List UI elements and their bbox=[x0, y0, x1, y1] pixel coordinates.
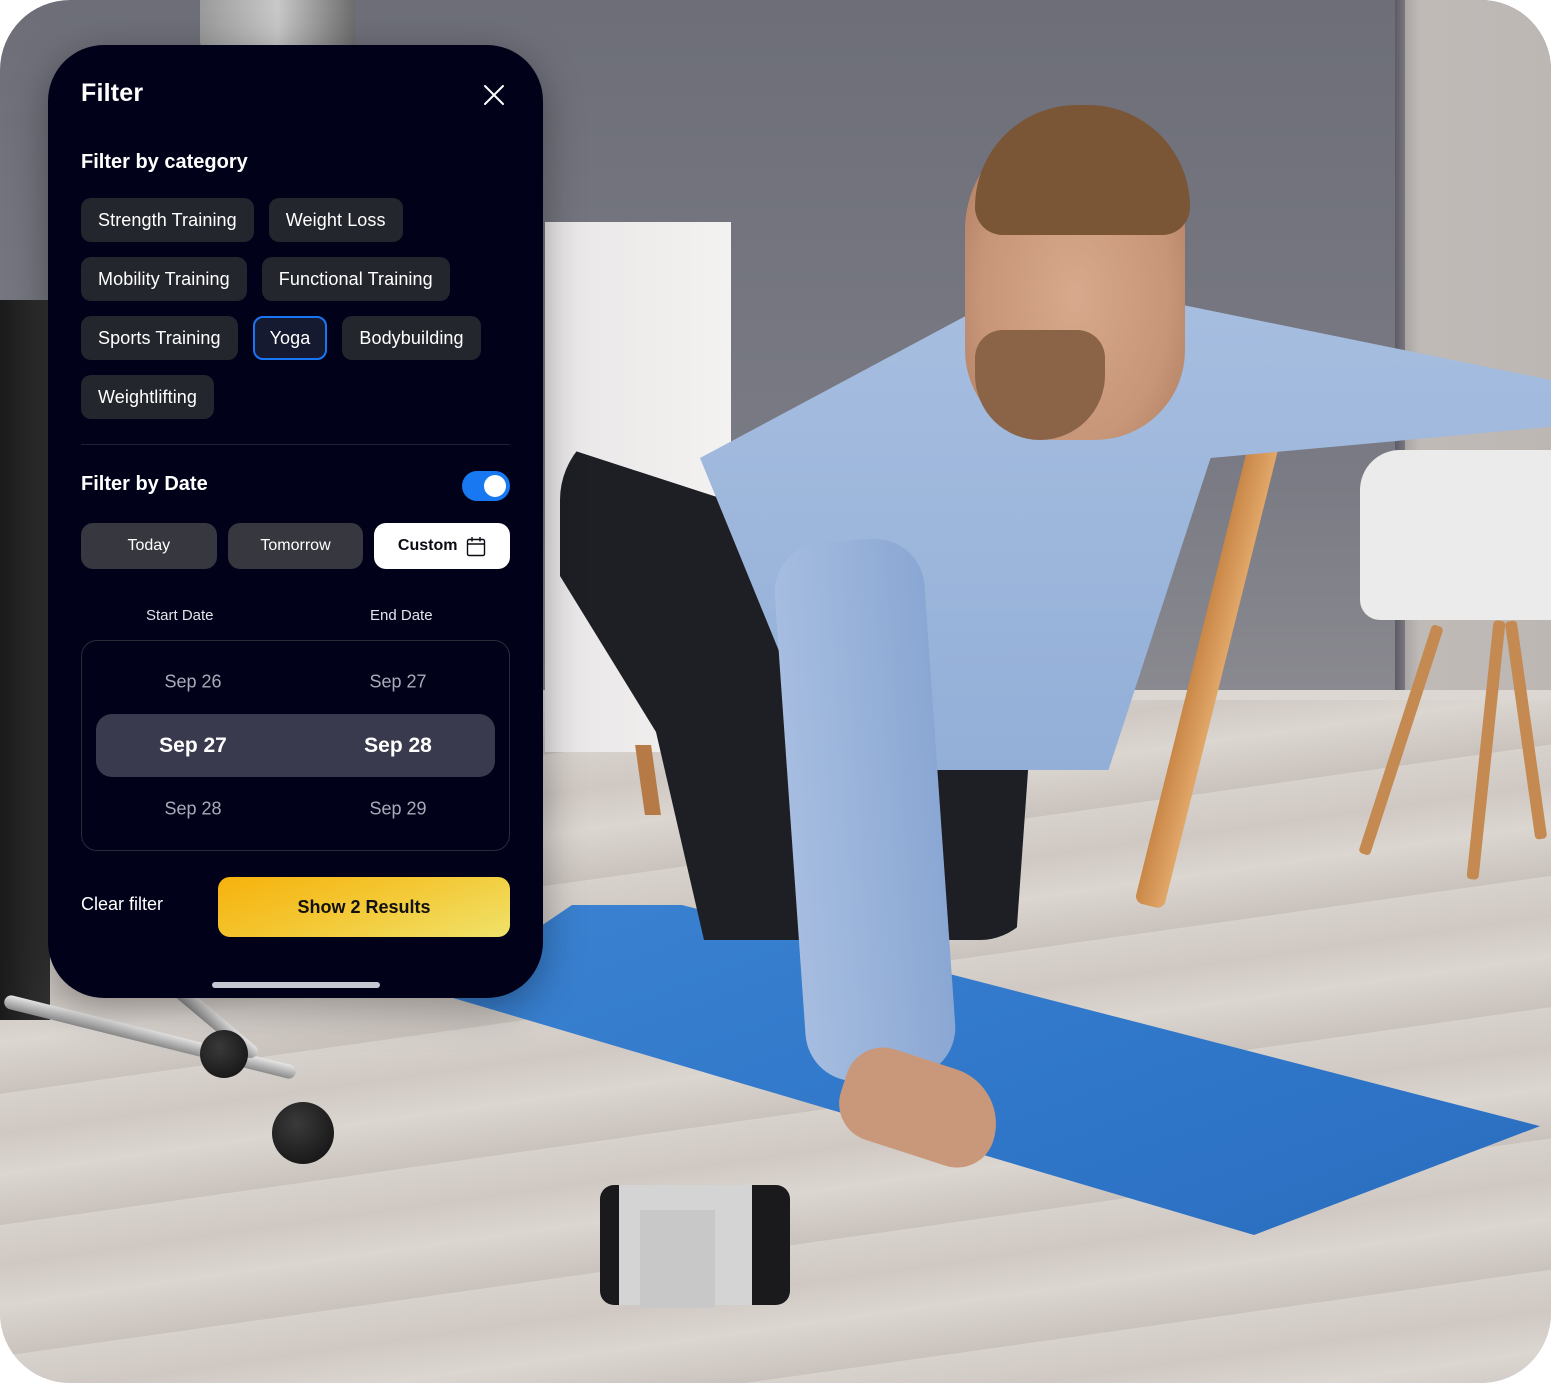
home-indicator bbox=[212, 982, 380, 988]
office-chair-back bbox=[200, 0, 355, 48]
phone-stand-foot bbox=[640, 1210, 715, 1308]
chip-weightlifting[interactable]: Weightlifting bbox=[81, 375, 215, 419]
date-range-picker[interactable]: Sep 26 Sep 27 Sep 27 Sep 28 Sep 28 Sep 2… bbox=[81, 640, 510, 851]
office-chair-base bbox=[0, 973, 340, 1170]
end-date-option[interactable]: Sep 29 bbox=[369, 799, 426, 820]
chip-sports-training[interactable]: Sports Training bbox=[81, 316, 238, 360]
selected-start-date[interactable]: Sep 27 bbox=[159, 734, 227, 758]
clear-filter-button[interactable]: Clear filter bbox=[81, 894, 163, 915]
start-date-option[interactable]: Sep 28 bbox=[164, 799, 221, 820]
chair-wheel bbox=[200, 1030, 248, 1078]
category-section-title: Filter by category bbox=[81, 151, 248, 173]
office-chair-frame bbox=[0, 300, 50, 1020]
section-divider bbox=[81, 444, 510, 445]
chair-wheel bbox=[272, 1102, 334, 1164]
toggle-knob bbox=[484, 475, 506, 497]
date-filter-toggle[interactable] bbox=[462, 471, 510, 501]
person-hair bbox=[975, 105, 1190, 235]
custom-label: Custom bbox=[397, 537, 458, 554]
end-date-label: End Date bbox=[370, 607, 433, 624]
filter-panel: Filter Filter by category Strength Train… bbox=[48, 45, 543, 998]
start-date-label: Start Date bbox=[146, 607, 214, 624]
end-date-option[interactable]: Sep 27 bbox=[369, 672, 426, 693]
today-label: Today bbox=[127, 537, 171, 554]
chip-functional-training[interactable]: Functional Training bbox=[261, 257, 450, 301]
date-section-title: Filter by Date bbox=[81, 473, 208, 495]
chip-yoga[interactable]: Yoga bbox=[252, 316, 328, 360]
picker-row-above[interactable]: Sep 26 Sep 27 bbox=[82, 662, 509, 702]
selected-end-date[interactable]: Sep 28 bbox=[364, 734, 432, 758]
show-results-label: Show 2 Results bbox=[297, 896, 431, 917]
show-results-button[interactable]: Show 2 Results bbox=[218, 877, 510, 937]
date-preset-buttons: Today Tomorrow Custom bbox=[81, 523, 511, 569]
white-chair bbox=[1360, 450, 1551, 620]
panel-title: Filter bbox=[81, 79, 144, 107]
picker-selected-row[interactable]: Sep 27 Sep 28 bbox=[96, 714, 495, 777]
chip-weight-loss[interactable]: Weight Loss bbox=[268, 198, 403, 242]
chip-bodybuilding[interactable]: Bodybuilding bbox=[342, 316, 481, 360]
tomorrow-label: Tomorrow bbox=[260, 537, 331, 554]
today-button[interactable]: Today bbox=[81, 523, 217, 569]
picker-row-below[interactable]: Sep 28 Sep 29 bbox=[82, 789, 509, 829]
chair-bar bbox=[2, 993, 298, 1081]
category-chips: Strength Training Weight Loss Mobility T… bbox=[81, 198, 521, 419]
custom-button[interactable]: Custom bbox=[374, 523, 511, 569]
calendar-icon bbox=[467, 536, 486, 556]
chip-strength-training[interactable]: Strength Training bbox=[81, 198, 254, 242]
chip-mobility-training[interactable]: Mobility Training bbox=[81, 257, 247, 301]
close-icon bbox=[484, 85, 504, 105]
close-button[interactable] bbox=[482, 83, 506, 107]
start-date-option[interactable]: Sep 26 bbox=[164, 672, 221, 693]
tomorrow-button[interactable]: Tomorrow bbox=[227, 523, 364, 569]
